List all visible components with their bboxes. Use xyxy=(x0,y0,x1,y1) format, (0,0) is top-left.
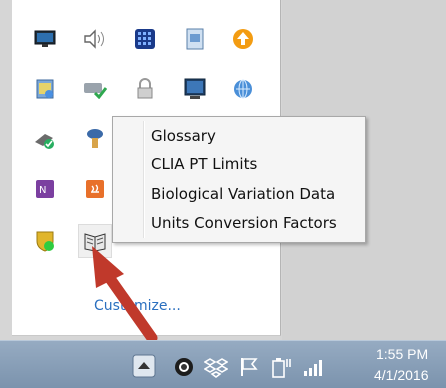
svg-text:N: N xyxy=(39,185,46,196)
battery-plug-icon[interactable] xyxy=(268,352,294,382)
document-icon[interactable] xyxy=(178,22,212,56)
flag-icon[interactable] xyxy=(236,352,262,382)
funnel-icon[interactable] xyxy=(78,122,112,156)
security-shield-icon[interactable] xyxy=(28,224,62,258)
network-check-icon[interactable] xyxy=(78,72,112,106)
book-reference-icon[interactable] xyxy=(78,224,112,258)
menu-icon-column-divider xyxy=(143,121,145,238)
clock-time[interactable]: 1:55 PM xyxy=(376,346,428,362)
menu-item-clia-pt-limits[interactable]: CLIA PT Limits xyxy=(151,155,257,173)
signal-icon[interactable] xyxy=(300,352,326,382)
customize-link[interactable]: Customize... xyxy=(94,298,181,314)
lock-icon[interactable] xyxy=(128,72,162,106)
onenote-icon[interactable]: N xyxy=(28,172,62,206)
shield-check-icon[interactable] xyxy=(28,122,62,156)
display-icon[interactable] xyxy=(178,72,212,106)
camera-icon[interactable] xyxy=(171,352,197,382)
menu-item-units-conversion-factors[interactable]: Units Conversion Factors xyxy=(151,214,337,232)
clock-date[interactable]: 4/1/2016 xyxy=(374,367,429,383)
notepad-icon[interactable] xyxy=(28,72,62,106)
monitor-icon[interactable] xyxy=(28,22,62,56)
java-icon[interactable] xyxy=(78,172,112,206)
grid-app-icon[interactable] xyxy=(128,22,162,56)
menu-item-glossary[interactable]: Glossary xyxy=(151,127,216,145)
dropbox-icon[interactable] xyxy=(203,352,229,382)
speaker-icon[interactable] xyxy=(78,22,112,56)
update-arrow-icon[interactable] xyxy=(226,22,260,56)
context-menu: Glossary CLIA PT Limits Biological Varia… xyxy=(112,116,366,243)
menu-item-biological-variation-data[interactable]: Biological Variation Data xyxy=(151,185,335,203)
show-hidden-icon[interactable] xyxy=(131,352,157,380)
globe-icon[interactable] xyxy=(226,72,260,106)
